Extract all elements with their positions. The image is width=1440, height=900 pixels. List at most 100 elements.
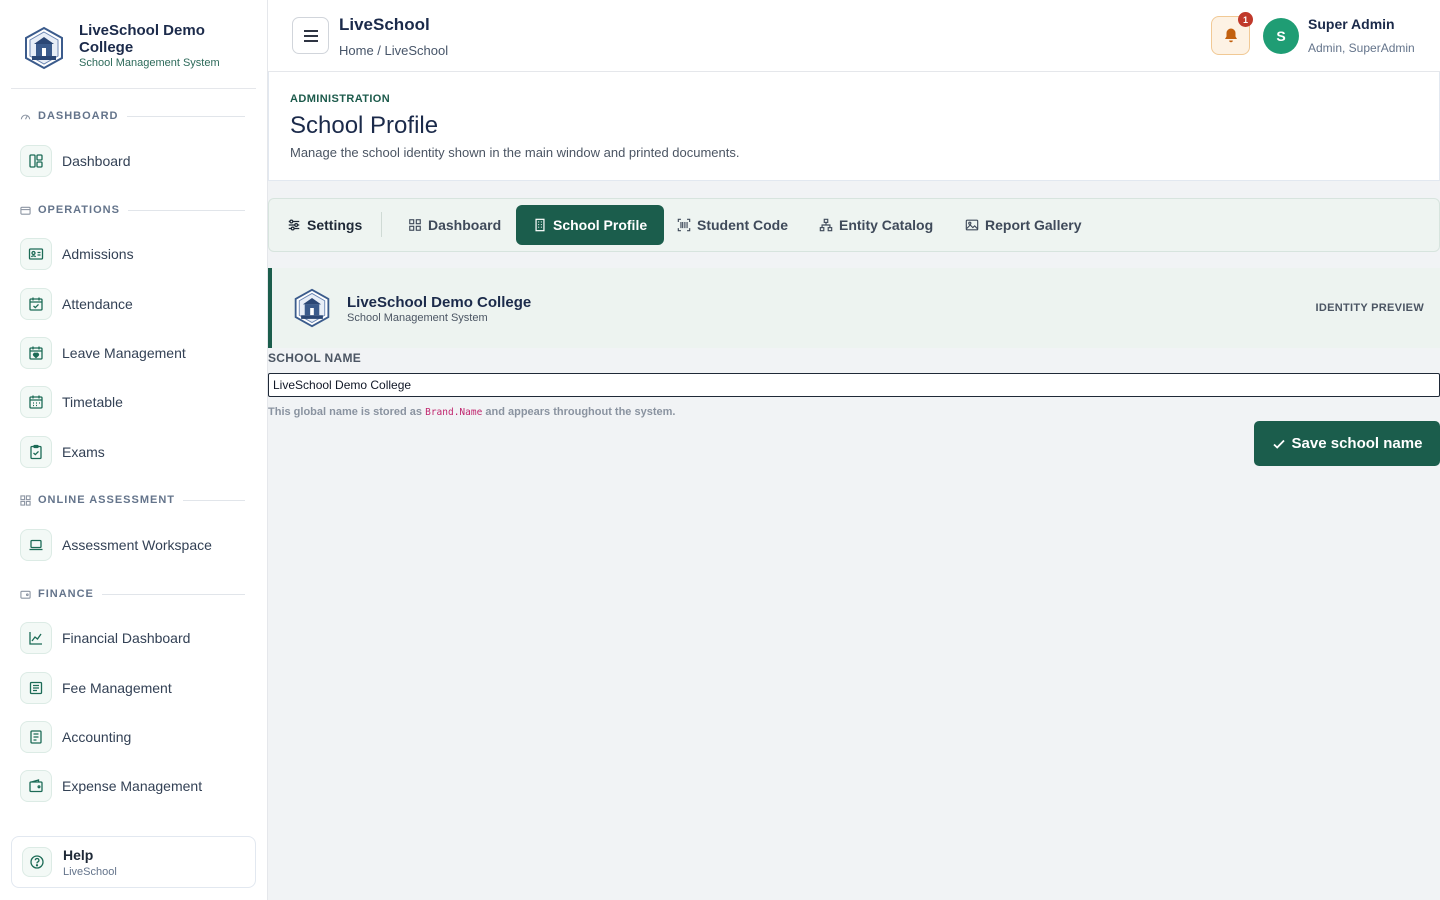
school-crest-logo: [294, 288, 330, 328]
notifications-button[interactable]: 1: [1211, 12, 1253, 55]
tab-label: Dashboard: [428, 217, 502, 233]
brand-subtitle: School Management System: [79, 57, 220, 69]
building-icon: [535, 218, 545, 232]
calendar-heart-icon: [20, 337, 52, 369]
sidebar-divider: [11, 88, 256, 89]
identity-preview-tag: IDENTITY PREVIEW: [1315, 302, 1424, 314]
layout-icon: [20, 145, 52, 177]
brand-name: LiveSchool Demo College: [79, 22, 205, 56]
wallet-icon: [20, 770, 52, 802]
brand-name-code: Brand.Name: [425, 407, 483, 418]
school-name-help: This global name is stored as Brand.Name…: [268, 406, 675, 418]
sidebar-item-label: Fee Management: [62, 680, 172, 696]
sidebar-item-label: Exams: [62, 444, 105, 460]
tab-dashboard[interactable]: Dashboard: [398, 205, 511, 245]
grid-icon: [20, 494, 31, 506]
tab-label: Student Code: [697, 217, 788, 233]
tab-bar: Settings Dashboard School Profile Studen…: [268, 198, 1440, 252]
notification-count-badge: 1: [1238, 12, 1253, 27]
sidebar-item-accounting[interactable]: Accounting: [20, 720, 250, 754]
receipt-icon: [20, 672, 52, 704]
sidebar-item-exams[interactable]: Exams: [20, 435, 250, 469]
calendar-check-icon: [20, 288, 52, 320]
sidebar-item-attendance[interactable]: Attendance: [20, 287, 250, 321]
section-finance: FINANCE: [20, 587, 245, 601]
breadcrumb-current: LiveSchool: [384, 43, 449, 58]
section-label: DASHBOARD: [38, 110, 119, 122]
school-name-label: SCHOOL NAME: [268, 351, 362, 365]
calendar-icon: [20, 386, 52, 418]
sidebar-item-assessment-workspace[interactable]: Assessment Workspace: [20, 528, 250, 562]
section-dashboard: DASHBOARD: [20, 109, 245, 123]
id-card-icon: [20, 238, 52, 270]
trend-chart-icon: [20, 622, 52, 654]
gauge-icon: [20, 114, 31, 119]
breadcrumb-separator: /: [377, 43, 385, 58]
sidebar-item-label: Leave Management: [62, 345, 186, 361]
tab-label: Report Gallery: [985, 217, 1082, 233]
tab-student-code[interactable]: Student Code: [667, 205, 798, 245]
sidebar: LiveSchool Demo College School Managemen…: [0, 0, 268, 900]
page-title: School Profile: [290, 112, 439, 139]
image-icon: [965, 219, 979, 231]
topbar: LiveSchool Home / LiveSchool 1 S Super A…: [268, 0, 1440, 72]
tab-report-gallery[interactable]: Report Gallery: [955, 205, 1091, 245]
sidebar-item-leave-management[interactable]: Leave Management: [20, 336, 250, 370]
save-button-label: Save school name: [1291, 435, 1423, 452]
sidebar-item-timetable[interactable]: Timetable: [20, 385, 250, 419]
sidebar-item-label: Admissions: [62, 246, 134, 262]
hierarchy-icon: [819, 218, 833, 232]
sidebar-item-admissions[interactable]: Admissions: [20, 237, 250, 271]
tab-entity-catalog[interactable]: Entity Catalog: [809, 205, 943, 245]
sliders-icon: [288, 219, 300, 231]
tab-divider: [381, 212, 382, 237]
tab-label: Settings: [307, 217, 363, 233]
page-header: ADMINISTRATION School Profile Manage the…: [268, 72, 1440, 181]
brand[interactable]: LiveSchool Demo College School Managemen…: [22, 22, 262, 74]
section-label: FINANCE: [38, 588, 94, 600]
section-label: OPERATIONS: [38, 204, 120, 216]
folder-icon: [20, 206, 31, 215]
barcode-icon: [677, 218, 691, 232]
check-icon: [1272, 439, 1285, 449]
help-title: Help: [63, 846, 94, 863]
question-circle-icon: [22, 847, 52, 877]
page-eyebrow: ADMINISTRATION: [290, 93, 391, 105]
hamburger-icon: [303, 29, 318, 42]
tab-school-profile[interactable]: School Profile: [516, 205, 665, 245]
preview-school-name: LiveSchool Demo College: [347, 294, 532, 311]
breadcrumb: Home / LiveSchool: [339, 43, 448, 58]
sidebar-item-label: Attendance: [62, 296, 133, 312]
wallet-icon: [20, 590, 31, 599]
avatar[interactable]: S: [1263, 18, 1299, 54]
page-description: Manage the school identity shown in the …: [290, 145, 740, 160]
section-operations: OPERATIONS: [20, 203, 245, 217]
sidebar-item-label: Financial Dashboard: [62, 630, 191, 646]
sidebar-item-fee-management[interactable]: Fee Management: [20, 671, 250, 705]
app-title: LiveSchool: [339, 15, 430, 34]
user-name[interactable]: Super Admin: [1308, 16, 1395, 32]
section-online-assessment: ONLINE ASSESSMENT: [20, 493, 245, 507]
tab-settings[interactable]: Settings: [277, 205, 372, 245]
help-text-after: and appears throughout the system.: [482, 406, 676, 418]
save-school-name-button[interactable]: Save school name: [1254, 421, 1440, 466]
sidebar-item-dashboard[interactable]: Dashboard: [20, 144, 250, 178]
sidebar-item-expense-management[interactable]: Expense Management: [20, 769, 250, 803]
preview-school-subtitle: School Management System: [347, 312, 488, 324]
section-label: ONLINE ASSESSMENT: [38, 494, 175, 506]
identity-preview: LiveSchool Demo College School Managemen…: [268, 268, 1440, 348]
tab-label: Entity Catalog: [839, 217, 934, 233]
school-name-input[interactable]: [268, 373, 1440, 397]
help-card[interactable]: Help LiveSchool: [11, 836, 256, 888]
user-role: Admin, SuperAdmin: [1308, 41, 1415, 55]
sidebar-item-label: Dashboard: [62, 153, 131, 169]
clipboard-check-icon: [20, 436, 52, 468]
breadcrumb-home[interactable]: Home: [339, 43, 377, 58]
sidebar-item-label: Assessment Workspace: [62, 537, 212, 553]
help-subtitle: LiveSchool: [63, 865, 117, 878]
menu-toggle-button[interactable]: [292, 17, 329, 54]
laptop-icon: [20, 529, 52, 561]
sidebar-item-financial-dashboard[interactable]: Financial Dashboard: [20, 621, 250, 655]
sidebar-item-label: Expense Management: [62, 778, 203, 794]
grid-icon: [409, 219, 421, 231]
